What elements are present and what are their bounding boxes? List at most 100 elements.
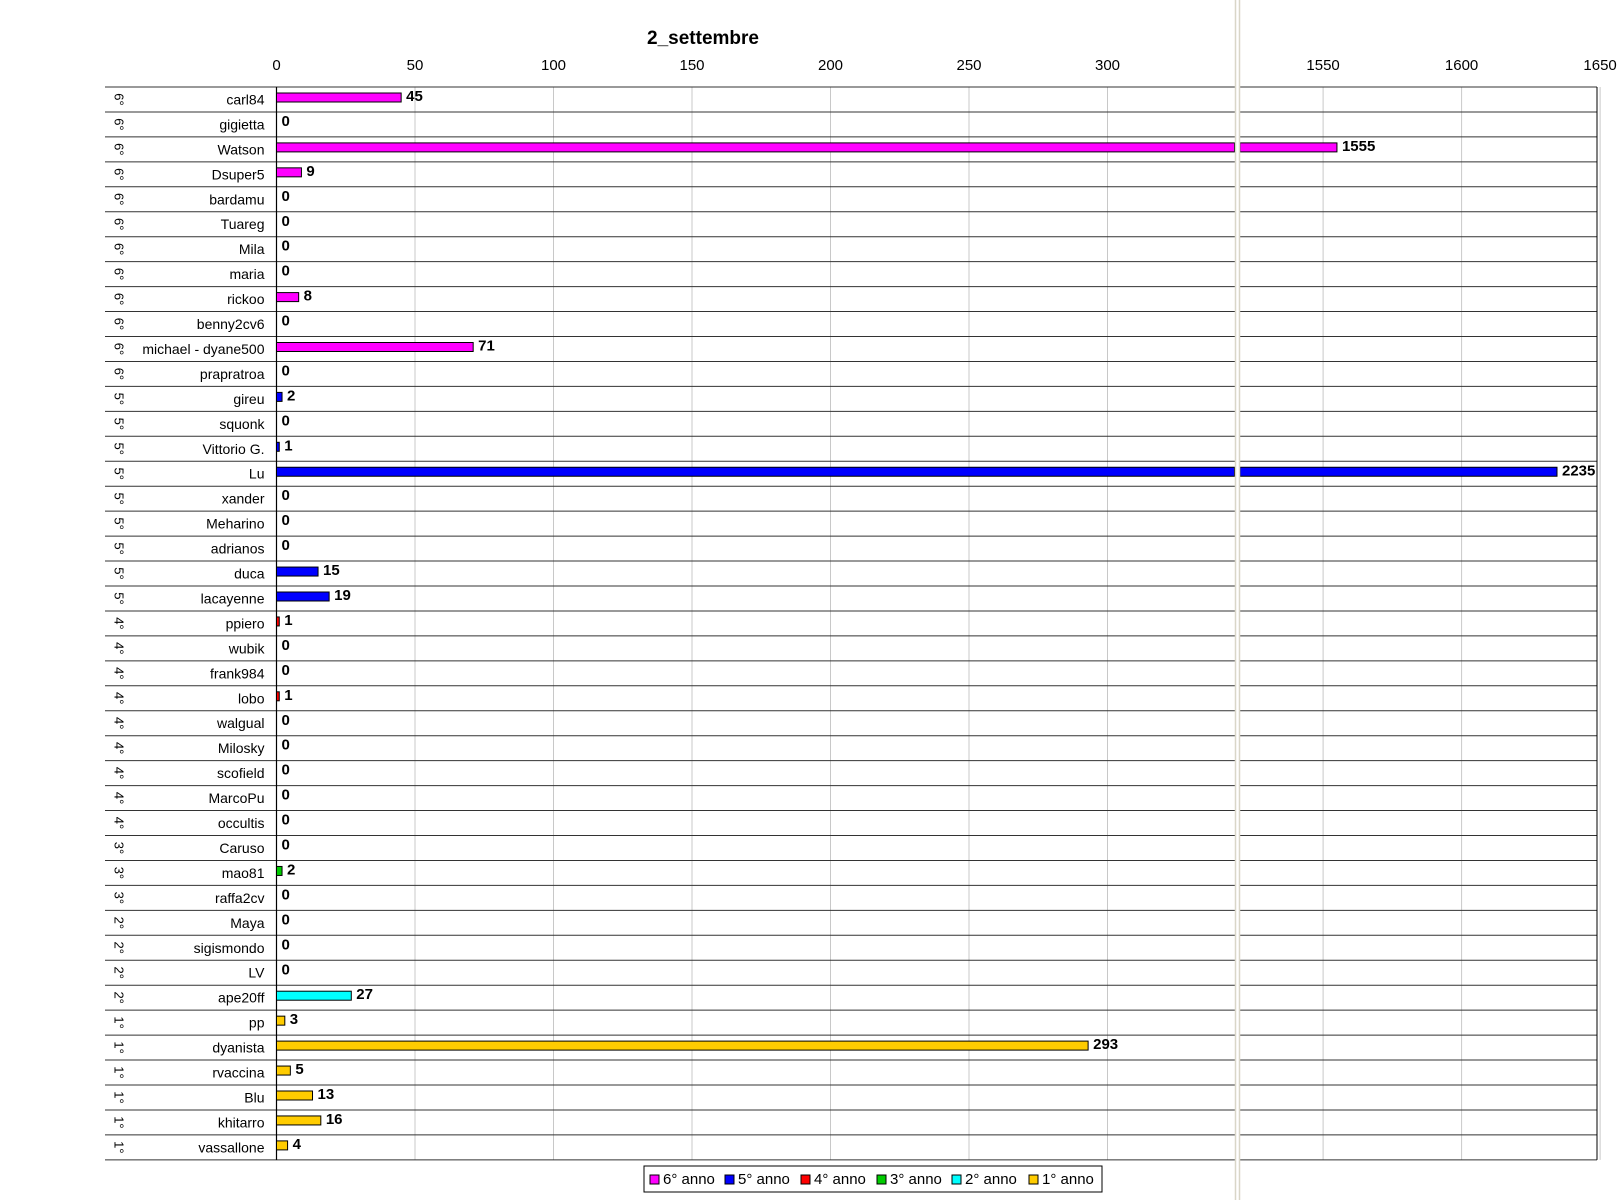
data-label: 1 xyxy=(284,437,292,454)
category-label: Caruso xyxy=(219,840,264,856)
category-label: xander xyxy=(222,491,265,507)
bar xyxy=(276,92,402,103)
data-label: 15 xyxy=(323,562,340,579)
category-label: adrianos xyxy=(211,541,265,557)
data-label: 16 xyxy=(326,1111,343,1128)
category-label: khitarro xyxy=(218,1114,265,1130)
data-label: 3 xyxy=(290,1011,298,1028)
category-label: ape20ff xyxy=(218,990,265,1006)
data-label: 0 xyxy=(282,238,290,255)
data-label: 1 xyxy=(284,687,292,704)
bar xyxy=(276,142,1235,153)
data-label: 19 xyxy=(334,587,351,604)
category-label: gireu xyxy=(233,391,264,407)
bar xyxy=(276,1090,314,1101)
bar-chart: 2_settembre 0 50 100 150 200 250 300 1550 1600 16… xyxy=(105,0,1617,1200)
bar xyxy=(276,391,283,402)
category-label: Lu xyxy=(249,466,265,482)
data-label: 0 xyxy=(282,712,290,729)
category-label: Blu xyxy=(244,1089,264,1105)
bar xyxy=(276,566,319,577)
data-label: 4 xyxy=(293,1136,302,1153)
category-label: maria xyxy=(229,266,264,282)
x-tick-label: 0 xyxy=(272,57,280,74)
category-label: dyanista xyxy=(212,1040,264,1056)
x-tick-label: 1650 xyxy=(1583,57,1616,74)
year-label: 6° xyxy=(112,243,127,255)
legend: 6° anno 5° anno 4° anno 3° anno 2° anno 1° an… xyxy=(643,1165,1103,1193)
bar xyxy=(276,167,302,178)
data-label: 71 xyxy=(478,338,495,355)
legend-swatch xyxy=(649,1174,660,1185)
year-label: 4° xyxy=(112,717,127,729)
category-label: frank984 xyxy=(210,665,265,681)
data-label: 293 xyxy=(1093,1036,1118,1053)
year-label: 4° xyxy=(112,642,127,654)
data-label: 9 xyxy=(306,163,314,180)
category-label: michael - dyane500 xyxy=(142,341,264,357)
category-label: scofield xyxy=(217,765,264,781)
bar xyxy=(276,441,280,452)
year-label: 5° xyxy=(112,468,127,480)
data-label: 0 xyxy=(282,886,290,903)
data-label: 0 xyxy=(282,762,290,779)
category-label: duca xyxy=(234,566,265,582)
data-label: 13 xyxy=(318,1086,335,1103)
data-label: 0 xyxy=(282,412,290,429)
year-label: 2° xyxy=(112,967,127,979)
category-label: Vittorio G. xyxy=(203,441,265,457)
data-label: 2 xyxy=(287,861,295,878)
category-label: Tuareg xyxy=(221,216,265,232)
category-label: walgual xyxy=(216,715,264,731)
category-label: LV xyxy=(248,965,265,981)
data-label: 0 xyxy=(282,637,290,654)
plot-area: 0 50 100 150 200 250 300 1550 1600 16506° carl84 45… xyxy=(105,0,1617,1200)
data-label: 0 xyxy=(282,537,290,554)
data-label: 45 xyxy=(406,88,423,105)
category-label: Watson xyxy=(218,141,265,157)
year-label: 6° xyxy=(112,268,127,280)
bar xyxy=(276,342,474,352)
bar xyxy=(276,1065,291,1076)
data-label: 1 xyxy=(284,612,292,629)
year-label: 4° xyxy=(112,617,127,629)
legend-label: 1° anno xyxy=(1042,1171,1094,1188)
year-label: 6° xyxy=(112,143,127,155)
x-tick-label: 1550 xyxy=(1306,57,1339,74)
x-tick-label: 100 xyxy=(541,57,566,74)
category-label: bardamu xyxy=(209,191,264,207)
year-label: 2° xyxy=(112,942,127,954)
year-label: 4° xyxy=(112,667,127,679)
year-label: 4° xyxy=(112,792,127,804)
category-label: gigietta xyxy=(219,116,264,132)
year-label: 5° xyxy=(112,443,127,455)
year-label: 6° xyxy=(112,318,127,330)
year-label: 5° xyxy=(112,517,127,529)
data-label: 0 xyxy=(282,737,290,754)
data-label: 0 xyxy=(282,812,290,829)
bar xyxy=(1239,466,1558,477)
legend-swatch xyxy=(724,1174,735,1185)
bar xyxy=(1239,142,1338,153)
bar xyxy=(276,591,330,602)
x-tick-label: 300 xyxy=(1095,57,1120,74)
legend-swatch xyxy=(800,1174,811,1185)
data-label: 0 xyxy=(282,787,290,804)
data-label: 2 xyxy=(287,387,295,404)
data-label: 0 xyxy=(282,263,290,280)
legend-label: 6° anno xyxy=(663,1171,715,1188)
category-label: rickoo xyxy=(227,291,265,307)
category-label: sigismondo xyxy=(194,940,265,956)
year-label: 1° xyxy=(112,1041,127,1053)
data-label: 0 xyxy=(282,188,290,205)
category-label: ppiero xyxy=(226,615,265,631)
category-label: lacayenne xyxy=(201,590,265,606)
data-label: 0 xyxy=(282,837,290,854)
category-label: rvaccina xyxy=(212,1065,264,1081)
year-label: 5° xyxy=(112,393,127,405)
data-label: 0 xyxy=(282,512,290,529)
category-label: squonk xyxy=(219,416,265,432)
year-label: 6° xyxy=(112,343,127,355)
data-label: 27 xyxy=(356,986,373,1003)
year-label: 5° xyxy=(112,492,127,504)
